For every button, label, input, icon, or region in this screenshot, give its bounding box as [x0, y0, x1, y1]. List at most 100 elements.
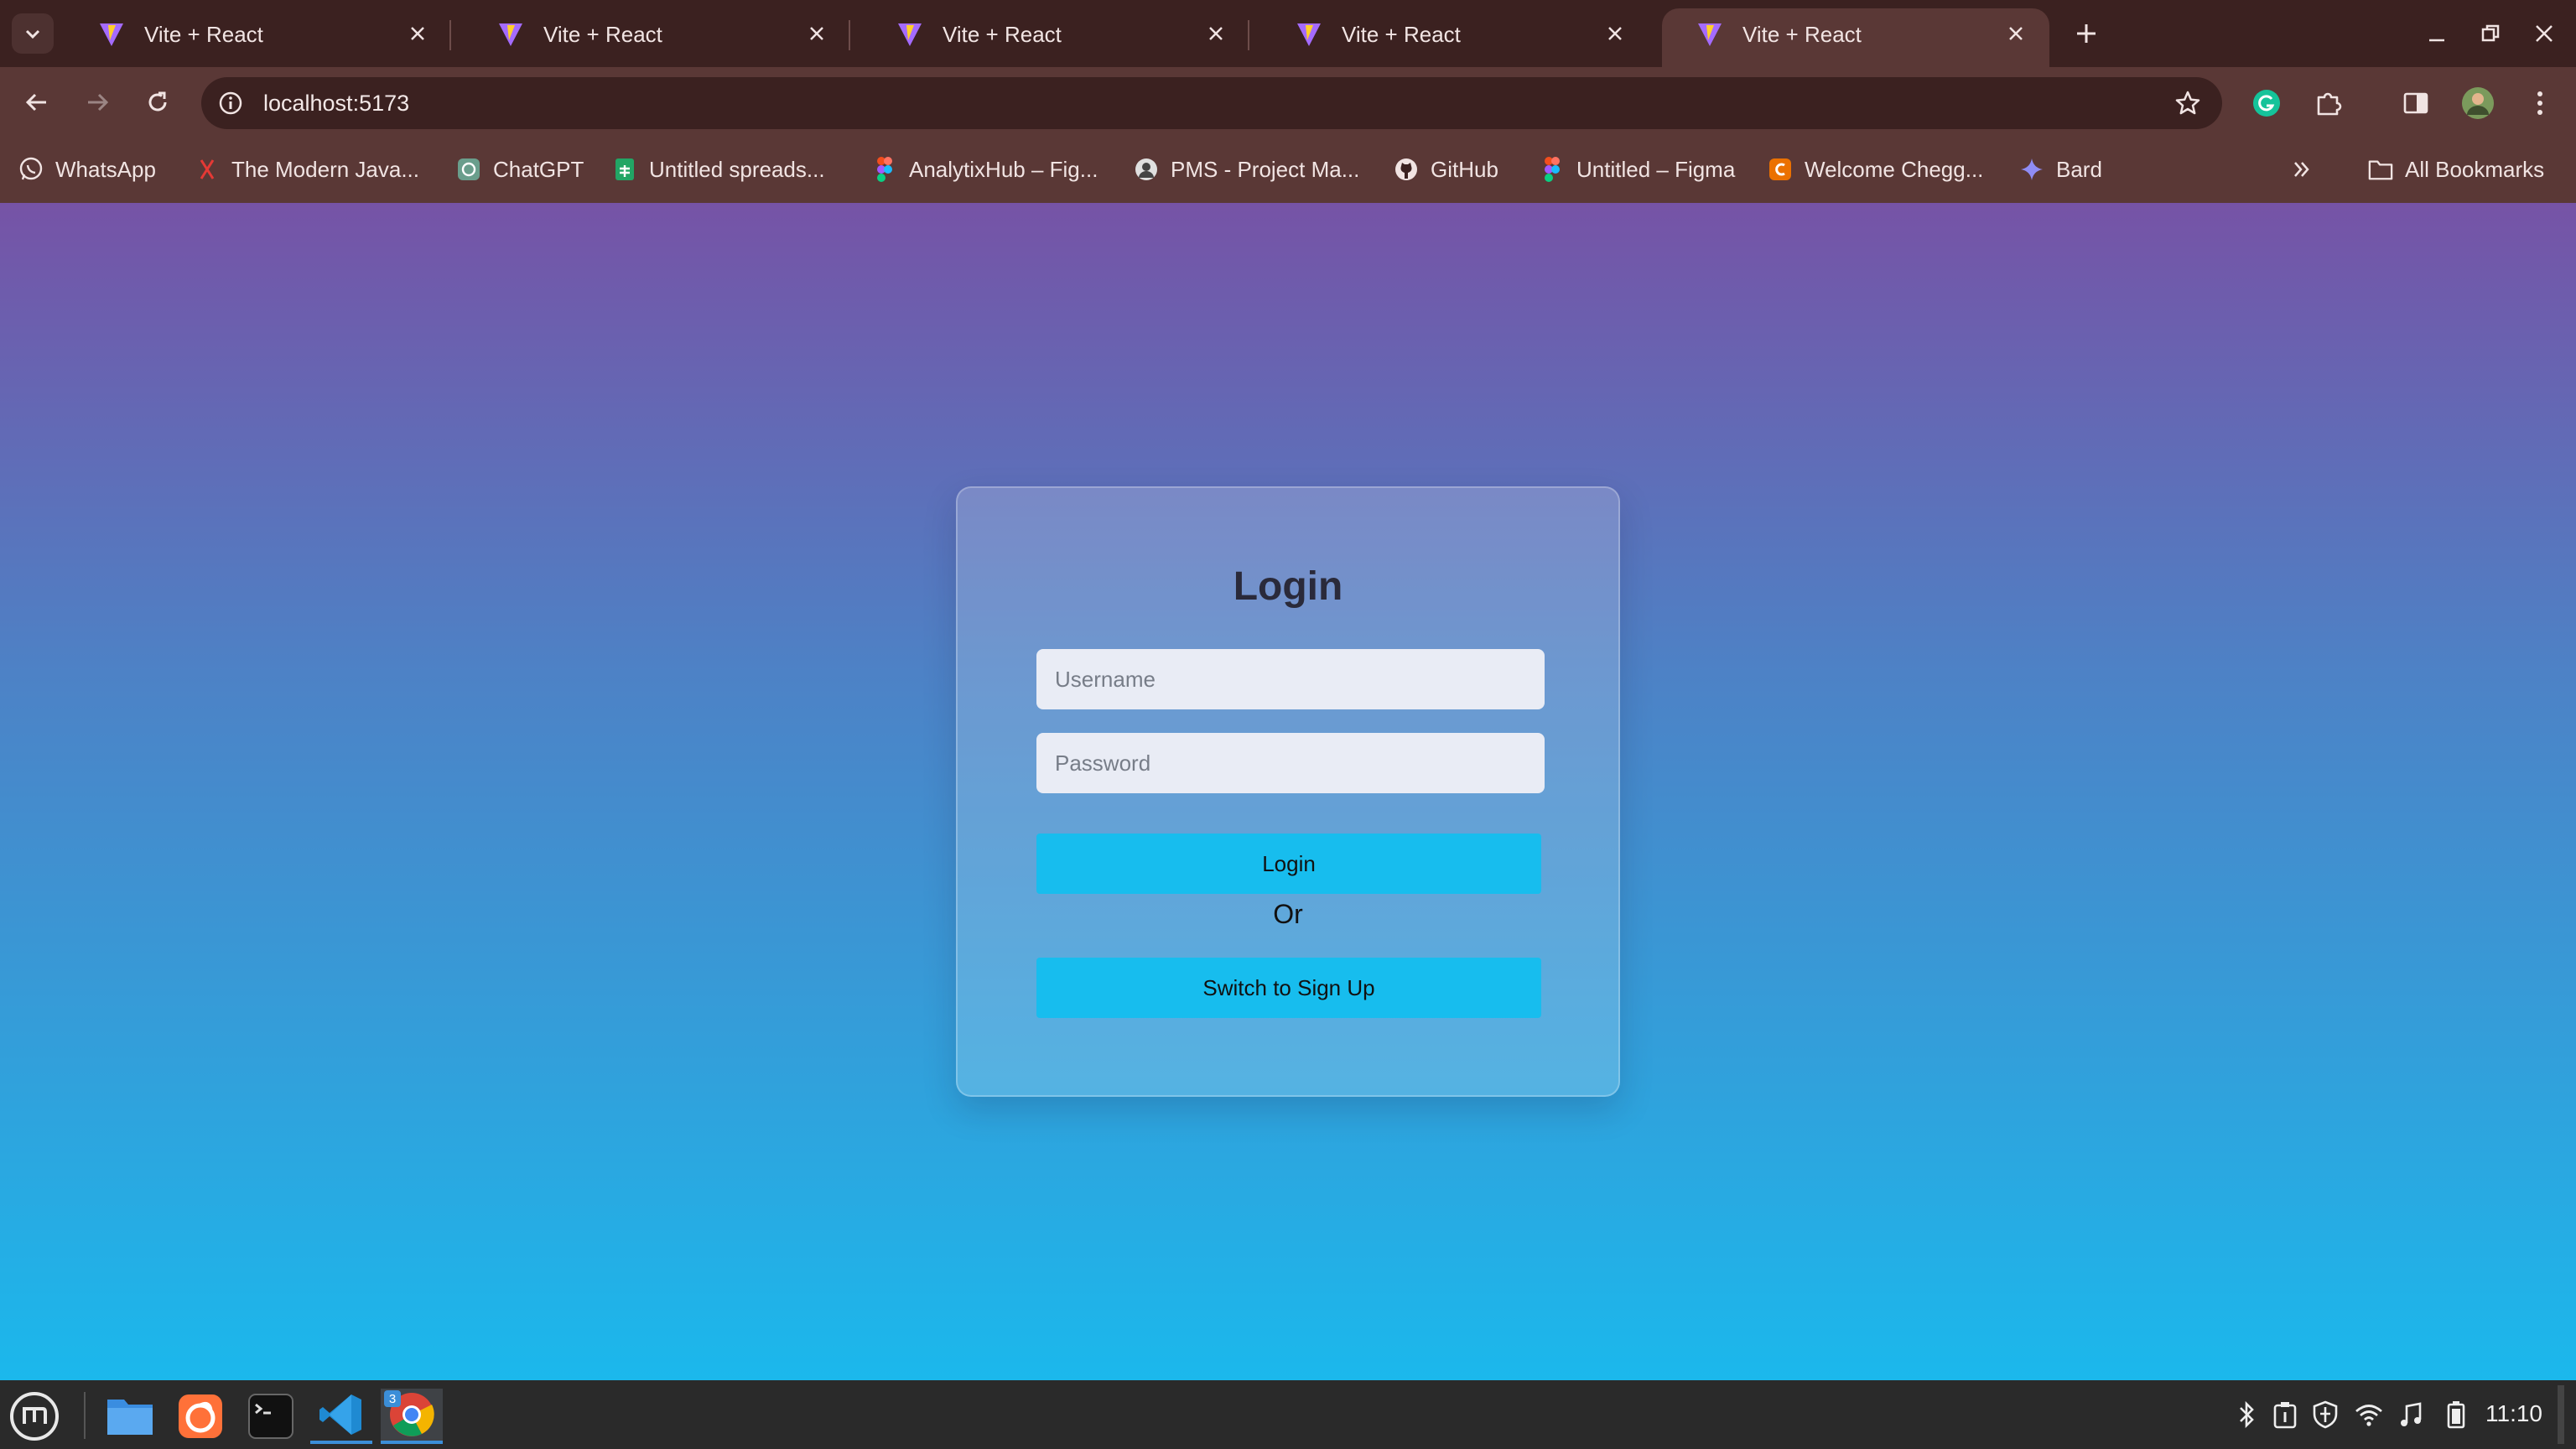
bookmark-label: PMS - Project Ma...	[1171, 156, 1360, 182]
browser-tab[interactable]: Vite + React	[862, 8, 1249, 67]
restore-button[interactable]	[2472, 15, 2509, 52]
profile-avatar[interactable]	[2460, 86, 2496, 121]
extension-grammarly-icon[interactable]	[2249, 86, 2284, 121]
github-icon	[1394, 157, 1419, 182]
vscode-icon	[319, 1394, 361, 1435]
login-card: Login Login Or Switch to Sign Up	[956, 486, 1620, 1097]
side-panel-icon[interactable]	[2398, 86, 2433, 121]
tab-separator	[449, 20, 451, 50]
bookmark-untitled-figma[interactable]: Untitled – Figma	[1540, 153, 1735, 186]
bookmark-label: GitHub	[1431, 156, 1498, 182]
folder-icon	[2368, 157, 2393, 182]
shield-icon[interactable]	[2309, 1399, 2341, 1431]
sheets-icon	[612, 157, 637, 182]
chevron-down-icon	[25, 29, 40, 39]
extensions-puzzle-icon[interactable]	[2311, 86, 2346, 121]
more-menu-icon[interactable]	[2522, 86, 2558, 121]
vite-icon	[499, 23, 522, 46]
url-text[interactable]: localhost:5173	[263, 91, 409, 117]
chegg-icon	[1768, 157, 1793, 182]
new-tab-button[interactable]	[2068, 15, 2105, 52]
bookmarks-bar: WhatsApp The Modern Java... ChatGPT Unti…	[0, 136, 2576, 203]
minimize-button[interactable]	[2418, 15, 2455, 52]
tab-title: Vite + React	[1742, 22, 1862, 47]
update-manager-icon[interactable]	[2269, 1399, 2301, 1431]
chevron-double-right-icon	[2289, 157, 2314, 182]
bookmark-whatsapp[interactable]: WhatsApp	[18, 153, 156, 186]
avatar-icon	[1134, 157, 1159, 182]
taskbar: 3 11:10	[0, 1380, 2576, 1449]
login-title: Login	[1233, 564, 1343, 609]
restore-icon	[2481, 24, 2500, 42]
browser-tab-active[interactable]: Vite + React	[1662, 8, 2049, 67]
firefox-app[interactable]	[169, 1389, 231, 1444]
bookmark-chatgpt[interactable]: ChatGPT	[456, 153, 584, 186]
battery-icon[interactable]	[2440, 1399, 2472, 1431]
bookmark-label: ChatGPT	[493, 156, 584, 182]
bookmark-analytixhub-figma[interactable]: AnalytixHub – Fig...	[872, 153, 1098, 186]
start-menu-button[interactable]	[3, 1389, 65, 1444]
forward-button[interactable]	[79, 84, 116, 121]
login-button[interactable]: Login	[1036, 834, 1541, 894]
bookmark-chegg[interactable]: Welcome Chegg...	[1768, 153, 1983, 186]
bookmark-modern-java[interactable]: The Modern Java...	[195, 153, 419, 186]
figma-icon	[872, 157, 897, 182]
show-desktop-button[interactable]	[2558, 1385, 2564, 1444]
close-icon[interactable]	[802, 18, 832, 49]
bluetooth-icon[interactable]	[2231, 1399, 2262, 1431]
switch-to-signup-button[interactable]: Switch to Sign Up	[1036, 958, 1541, 1018]
bookmark-label: The Modern Java...	[231, 156, 419, 182]
window-count-badge: 3	[384, 1390, 401, 1407]
close-icon[interactable]	[1201, 18, 1231, 49]
bookmark-label: AnalytixHub – Fig...	[909, 156, 1098, 182]
bookmarks-overflow-button[interactable]	[2289, 153, 2326, 186]
clock[interactable]: 11:10	[2485, 1400, 2542, 1427]
vite-icon	[1698, 23, 1722, 46]
bookmark-label: Untitled – Figma	[1576, 156, 1736, 182]
bookmark-label: Welcome Chegg...	[1805, 156, 1984, 182]
reload-button[interactable]	[139, 84, 176, 121]
all-bookmarks-label: All Bookmarks	[2405, 156, 2545, 182]
tab-search-button[interactable]	[12, 13, 54, 54]
page-background: Login Login Or Switch to Sign Up	[0, 203, 2576, 1380]
password-input[interactable]	[1036, 733, 1545, 793]
vite-icon	[100, 23, 123, 46]
site-info-icon[interactable]	[215, 87, 247, 119]
browser-tab[interactable]: Vite + React	[64, 8, 451, 67]
vscode-app[interactable]	[310, 1389, 372, 1444]
tab-strip: Vite + React Vite + React Vite + React V…	[0, 0, 2576, 67]
browser-tab[interactable]: Vite + React	[463, 8, 850, 67]
bookmark-github[interactable]: GitHub	[1394, 153, 1498, 186]
arrow-right-icon	[88, 93, 109, 112]
close-icon[interactable]	[402, 18, 433, 49]
tab-title: Vite + React	[943, 22, 1062, 47]
terminal-icon	[248, 1394, 293, 1439]
chrome-app[interactable]: 3	[381, 1389, 443, 1444]
sound-icon[interactable]	[2395, 1399, 2427, 1431]
bookmark-bard[interactable]: Bard	[2019, 153, 2102, 186]
minimize-icon	[2429, 39, 2444, 42]
files-app[interactable]	[99, 1389, 161, 1444]
address-bar[interactable]: localhost:5173	[201, 77, 2222, 129]
linux-mint-icon	[10, 1392, 59, 1441]
back-button[interactable]	[18, 84, 55, 121]
or-divider-text: Or	[1273, 899, 1303, 929]
terminal-app[interactable]	[240, 1389, 302, 1444]
chatgpt-icon	[456, 157, 481, 182]
tab-separator	[849, 20, 850, 50]
close-icon[interactable]	[1600, 18, 1630, 49]
close-window-button[interactable]	[2526, 15, 2563, 52]
bookmark-untitled-spreadsheet[interactable]: Untitled spreads...	[612, 153, 825, 186]
username-input[interactable]	[1036, 649, 1545, 709]
close-icon	[2536, 25, 2553, 42]
all-bookmarks-button[interactable]: All Bookmarks	[2368, 153, 2544, 186]
wifi-icon[interactable]	[2353, 1399, 2385, 1431]
bookmark-star-icon[interactable]	[2172, 87, 2204, 119]
arrow-left-icon	[25, 93, 46, 112]
browser-tab[interactable]: Vite + React	[1261, 8, 1649, 67]
firefox-icon	[179, 1394, 222, 1438]
bookmark-pms-project[interactable]: PMS - Project Ma...	[1134, 153, 1359, 186]
browser-toolbar: localhost:5173	[0, 67, 2576, 136]
tab-separator	[1248, 20, 1249, 50]
close-icon[interactable]	[2001, 18, 2031, 49]
